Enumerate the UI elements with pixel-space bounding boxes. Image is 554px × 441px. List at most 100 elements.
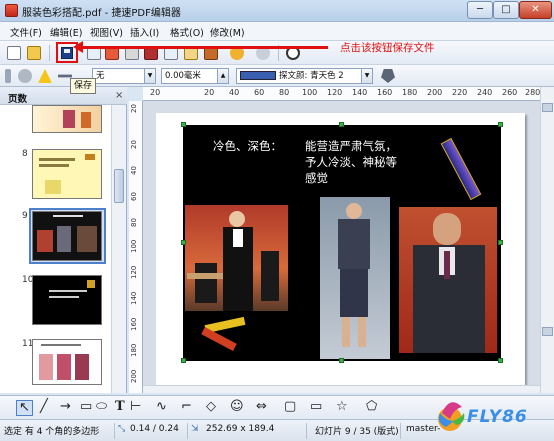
ruler-label: 240 (477, 88, 493, 97)
page-thumbnail[interactable] (32, 275, 102, 325)
ruler-label: 40 (229, 88, 240, 97)
select-tool-icon[interactable]: ↖ (16, 400, 33, 416)
line-tool-icon[interactable]: ╱ (40, 400, 48, 414)
close-button[interactable]: ✕ (519, 1, 552, 19)
slide-counter: 幻灯片 9 / 35 (版式) (315, 427, 399, 437)
watermark-text: FLY86 (467, 407, 528, 427)
slide-heading[interactable]: 冷色、深色： (213, 139, 282, 154)
rectangle-tool-icon[interactable]: ▭ (80, 400, 92, 414)
arrow-tool-icon[interactable]: → (60, 400, 71, 414)
annotation-text: 点击该按钮保存文件 (340, 42, 435, 54)
window-title: 服装色彩搭配.pdf - 捷速PDF编辑器 (22, 8, 181, 19)
page-thumbnail[interactable] (32, 339, 102, 385)
ruler-label: 200 (427, 88, 443, 97)
vertical-ruler: 20 20 40 60 80 100 120 140 160 180 200 (129, 101, 143, 393)
flowchart-icon[interactable]: ▢ (284, 400, 296, 414)
pages-panel-header: 页数 × (0, 87, 127, 105)
menu-modify[interactable]: 修改(M) (210, 25, 245, 39)
ruler-label: 20 (204, 88, 215, 97)
save-tooltip: 保存 (70, 78, 96, 94)
resize-handle[interactable] (181, 122, 186, 127)
close-icon[interactable]: × (115, 90, 123, 101)
ruler-label: 220 (452, 88, 468, 97)
connector-tool-icon[interactable]: ⊢ (130, 400, 141, 414)
page-thumbnail[interactable] (32, 211, 102, 261)
crayon-illustration (201, 327, 237, 351)
standard-toolbar (0, 41, 554, 65)
resize-handle[interactable] (181, 358, 186, 363)
scroll-up-icon[interactable] (542, 103, 553, 112)
3d-objects-icon[interactable]: ⬠ (366, 400, 377, 414)
line-width-select[interactable]: 0.00毫米 ▲ (161, 68, 229, 84)
ruler-label: 120 (130, 265, 138, 279)
resize-handle[interactable] (339, 122, 344, 127)
resize-handle[interactable] (498, 122, 503, 127)
slide-canvas[interactable]: 冷色、深色： 能营造严肃气氛， 予人冷淡、神秘等 感觉 (183, 125, 501, 361)
block-arrows-icon[interactable]: ⇔ (256, 400, 267, 414)
open-folder-icon[interactable] (27, 46, 41, 60)
app-icon (5, 4, 18, 17)
menu-format[interactable]: 格式(O) (170, 25, 204, 39)
page-number: 8 (22, 149, 28, 159)
ruler-label: 140 (352, 88, 368, 97)
title-bar: 服装色彩搭配.pdf - 捷速PDF编辑器 ─ □ ✕ (0, 0, 554, 22)
slide-body-line[interactable]: 能营造严肃气氛， (305, 139, 397, 154)
photo-judge (185, 205, 288, 311)
bulb-icon[interactable] (38, 69, 52, 83)
line-width-value: 0.00毫米 (165, 71, 201, 81)
line-style-select[interactable]: 无 ▼ (92, 68, 156, 84)
maximize-button[interactable]: □ (493, 1, 519, 19)
fill-color-swatch (240, 71, 276, 80)
ruler-label: 20 (130, 104, 138, 113)
ruler-label: 60 (130, 192, 138, 201)
ruler-label: 160 (130, 317, 138, 331)
pages-scrollbar[interactable] (111, 105, 126, 393)
basic-shapes-icon[interactable]: ◇ (206, 400, 216, 414)
crayon-illustration (440, 137, 482, 201)
resize-handle[interactable] (498, 358, 503, 363)
ruler-label: 140 (130, 291, 138, 305)
pages-panel-title: 页数 (8, 94, 28, 105)
callouts-icon[interactable]: ▭ (310, 400, 322, 414)
ruler-label: 80 (130, 218, 138, 227)
ruler-label: 40 (130, 166, 138, 175)
polygon-tool-icon[interactable]: ⌐ (181, 400, 192, 414)
annotation-arrow (80, 46, 328, 49)
ruler-label: 100 (302, 88, 318, 97)
ruler-label: 60 (254, 88, 265, 97)
page-number: 9 (22, 211, 28, 221)
new-document-icon[interactable] (7, 46, 21, 60)
menu-view[interactable]: 视图(V) (90, 25, 123, 39)
menu-file[interactable]: 文件(F) (10, 25, 42, 39)
pages-panel: 页数 × 8 9 10 11 (0, 87, 127, 393)
photo-man-in-suit (399, 207, 497, 353)
ruler-label: 80 (279, 88, 290, 97)
ruler-label: 20 (130, 140, 138, 149)
size-icon: ⇲ (191, 424, 199, 434)
page-thumbnail[interactable] (32, 149, 102, 199)
horizontal-ruler: 20 20 40 60 80 100 120 140 160 180 200 2… (143, 87, 540, 101)
chevron-down-icon: ▼ (361, 69, 372, 83)
symbol-shapes-icon[interactable]: ☺ (230, 400, 244, 414)
resize-handle[interactable] (498, 240, 503, 245)
text-tool-icon[interactable]: T (115, 400, 125, 414)
menu-insert[interactable]: 插入(I) (130, 25, 159, 39)
slide-body-line[interactable]: 予人冷淡、神秘等 (305, 155, 397, 170)
cursor-position: 0.14 / 0.24 (130, 424, 179, 434)
menu-edit[interactable]: 编辑(E) (50, 25, 82, 39)
pages-scroll-thumb[interactable] (114, 169, 124, 203)
object-select-icon[interactable] (18, 69, 32, 83)
vertical-scrollbar[interactable] (540, 87, 554, 393)
minimize-button[interactable]: ─ (467, 1, 493, 19)
ellipse-tool-icon[interactable]: ⬭ (96, 400, 107, 414)
page-thumbnail[interactable] (32, 105, 102, 133)
scroll-down-icon[interactable] (542, 327, 553, 336)
spin-icon: ▲ (217, 69, 228, 83)
fill-color-select[interactable]: 探文颜: 青天色 2 ▼ (236, 68, 373, 84)
stars-icon[interactable]: ☆ (336, 400, 348, 414)
resize-handle[interactable] (181, 240, 186, 245)
slide-body-line[interactable]: 感觉 (305, 171, 328, 186)
annotation-arrow-head (73, 41, 83, 53)
curve-tool-icon[interactable]: ∿ (156, 400, 167, 414)
resize-handle[interactable] (339, 358, 344, 363)
